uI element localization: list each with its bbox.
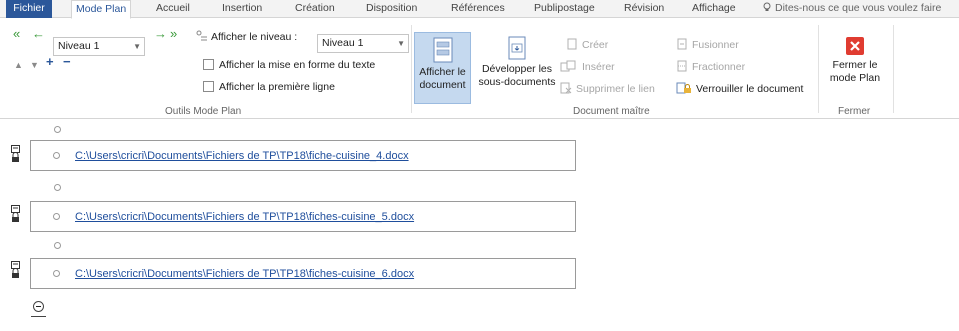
insert-icon xyxy=(560,60,576,72)
close-outline-label-l2: mode Plan xyxy=(829,72,881,84)
merge-icon xyxy=(677,38,687,50)
insert-label: Insérer xyxy=(582,61,615,73)
unlink-subdocument-button[interactable]: Supprimer le lien xyxy=(560,82,655,96)
expand-subdocuments-label-l1: Développer les xyxy=(481,63,553,75)
group-divider xyxy=(893,25,894,113)
tab-view[interactable]: Affichage xyxy=(688,0,740,18)
move-down-icon[interactable]: ▼ xyxy=(30,59,39,72)
show-document-button[interactable]: Afficher le document xyxy=(414,32,471,104)
tab-home[interactable]: Accueil xyxy=(152,0,194,18)
show-level-label: Afficher le niveau : xyxy=(211,31,298,43)
lock-icon xyxy=(11,261,20,278)
master-document-group-label: Document maître xyxy=(573,106,650,117)
subdocument-frame: C:\Users\cricri\Documents\Fichiers de TP… xyxy=(30,140,576,171)
tab-file[interactable]: Fichier xyxy=(6,0,52,18)
end-of-document-marker xyxy=(31,316,46,317)
lightbulb-icon xyxy=(763,2,771,11)
unlink-label: Supprimer le lien xyxy=(576,83,655,95)
collapsed-heading-icon[interactable] xyxy=(33,301,44,312)
lock-icon xyxy=(11,145,20,162)
move-up-icon[interactable]: ▲ xyxy=(14,59,23,72)
lock-icon xyxy=(11,205,20,222)
lock-document-label: Verrouiller le document xyxy=(696,83,804,95)
tell-me-box[interactable]: Dites-nous ce que vous voulez faire xyxy=(762,0,941,18)
expand-subdocuments-label-l2: sous-documents xyxy=(478,76,556,88)
demote-icon[interactable]: → xyxy=(154,27,167,40)
demote-to-body-icon[interactable]: » xyxy=(170,27,177,40)
expand-icon[interactable]: + xyxy=(46,55,54,68)
close-outline-label-l1: Fermer le xyxy=(832,59,878,71)
checkbox-box xyxy=(203,81,214,92)
outline-bullet[interactable] xyxy=(53,270,60,277)
tab-layout[interactable]: Disposition xyxy=(362,0,421,18)
promote-icon[interactable]: ← xyxy=(32,27,45,40)
tab-review[interactable]: Révision xyxy=(620,0,668,18)
merge-label: Fusionner xyxy=(692,39,739,51)
insert-subdocument-button[interactable]: Insérer xyxy=(560,60,615,74)
show-first-line-label: Afficher la première ligne xyxy=(219,81,335,93)
outline-bullet[interactable] xyxy=(53,152,60,159)
tab-references[interactable]: Références xyxy=(447,0,509,18)
outline-document-area[interactable]: C:\Users\cricri\Documents\Fichiers de TP… xyxy=(0,121,959,331)
show-formatting-label: Afficher la mise en forme du texte xyxy=(219,59,376,71)
subdocument-link[interactable]: C:\Users\cricri\Documents\Fichiers de TP… xyxy=(75,268,414,280)
lock-document-button[interactable]: Verrouiller le document xyxy=(676,82,803,96)
outline-tools-group-label: Outils Mode Plan xyxy=(165,106,242,117)
collapse-icon[interactable]: − xyxy=(63,55,71,68)
show-level-row: Afficher le niveau : xyxy=(196,30,298,46)
expand-subdocuments-icon xyxy=(508,36,526,60)
outline-bullet[interactable] xyxy=(54,126,61,133)
subdocument-frame: C:\Users\cricri\Documents\Fichiers de TP… xyxy=(30,258,576,289)
close-icon xyxy=(846,37,864,55)
merge-subdocuments-button[interactable]: Fusionner xyxy=(676,38,739,52)
outline-bullet[interactable] xyxy=(54,184,61,191)
subdocument-link[interactable]: C:\Users\cricri\Documents\Fichiers de TP… xyxy=(75,211,414,223)
checkbox-box xyxy=(203,59,214,70)
ribbon-tab-bar: Fichier Mode Plan Accueil Insertion Créa… xyxy=(0,0,959,19)
tab-mailings[interactable]: Publipostage xyxy=(530,0,599,18)
show-document-label-l1: Afficher le xyxy=(419,66,466,78)
show-level-icon xyxy=(196,30,207,41)
show-document-label-l2: document xyxy=(419,79,466,91)
tab-insert[interactable]: Insertion xyxy=(218,0,266,18)
master-document-icon xyxy=(433,37,452,63)
split-icon xyxy=(677,60,687,72)
outline-level-value: Niveau 1 xyxy=(58,40,100,52)
close-outline-view-button[interactable]: Fermer le mode Plan xyxy=(824,32,886,104)
subdocument-link[interactable]: C:\Users\cricri\Documents\Fichiers de TP… xyxy=(75,150,409,162)
tab-outline[interactable]: Mode Plan xyxy=(71,0,132,19)
show-level-value: Niveau 1 xyxy=(322,37,364,49)
chevron-down-icon: ▼ xyxy=(133,42,141,51)
create-label: Créer xyxy=(582,39,609,51)
unlink-icon xyxy=(560,82,572,94)
tell-me-text: Dites-nous ce que vous voulez faire xyxy=(775,2,942,14)
chevron-down-icon: ▼ xyxy=(397,39,405,48)
lock-document-icon xyxy=(676,82,691,94)
ribbon: « ← Niveau 1 ▼ → » ▲ ▼ + − Afficher le n… xyxy=(0,19,959,119)
subdocument-frame: C:\Users\cricri\Documents\Fichiers de TP… xyxy=(30,201,576,232)
split-subdocument-button[interactable]: Fractionner xyxy=(676,60,745,74)
create-subdocument-button[interactable]: Créer xyxy=(566,38,608,52)
group-divider xyxy=(411,25,412,113)
create-icon xyxy=(567,38,577,50)
split-label: Fractionner xyxy=(692,61,746,73)
expand-subdocuments-button[interactable]: Développer les sous-documents xyxy=(476,32,558,104)
close-group-label: Fermer xyxy=(838,106,871,117)
tab-design[interactable]: Création xyxy=(291,0,339,18)
outline-bullet[interactable] xyxy=(54,242,61,249)
group-divider xyxy=(818,25,819,113)
show-formatting-checkbox[interactable]: Afficher la mise en forme du texte xyxy=(203,58,375,74)
show-level-select[interactable]: Niveau 1 ▼ xyxy=(317,34,409,53)
show-first-line-checkbox[interactable]: Afficher la première ligne xyxy=(203,80,335,96)
outline-bullet[interactable] xyxy=(53,213,60,220)
promote-to-heading1-icon[interactable]: « xyxy=(13,27,20,40)
